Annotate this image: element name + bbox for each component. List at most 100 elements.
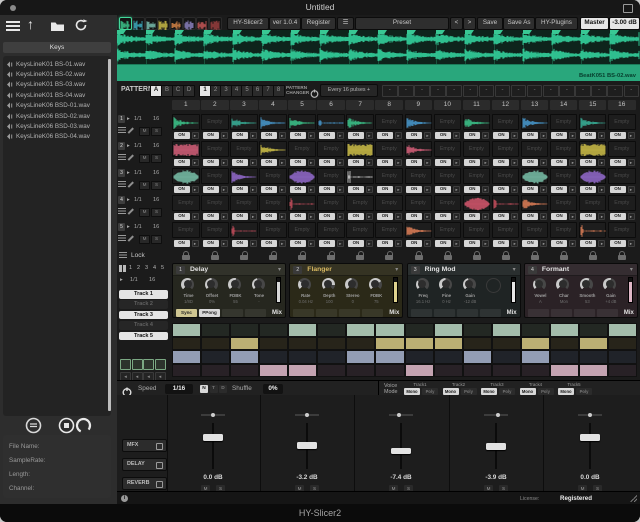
slice-on-button[interactable]: ON <box>435 159 451 166</box>
slice-play-button[interactable]: ▸ <box>482 213 489 220</box>
sample-slot-2[interactable] <box>132 17 145 30</box>
file-item[interactable]: KeysLineK01 BS-01.wav <box>7 59 85 69</box>
voice-track1-poly[interactable]: Poly <box>422 388 438 395</box>
slice-on-button[interactable]: ON <box>551 240 567 247</box>
slice-on-button[interactable]: ON <box>348 159 364 166</box>
row-steps-select[interactable]: 16 <box>153 170 159 176</box>
step-grid-cell[interactable] <box>172 364 201 378</box>
file-item[interactable]: KeysLineK06 BSD-04.wav <box>7 132 90 142</box>
slice-on-button[interactable]: ON <box>203 240 219 247</box>
slice-on-button[interactable]: ON <box>464 132 480 139</box>
step-grid-cell[interactable] <box>550 364 579 378</box>
step-grid-cell[interactable] <box>608 364 637 378</box>
fx-unit-header[interactable]: 3Ring Mod▾ <box>408 264 520 276</box>
slice-cell[interactable] <box>521 114 549 130</box>
fx-knob-depth[interactable] <box>322 278 335 291</box>
window-expand-icon[interactable] <box>623 4 633 13</box>
slice-play-button[interactable]: ▸ <box>366 132 373 139</box>
step-grid-cell[interactable] <box>317 350 346 364</box>
row-solo-button[interactable]: S <box>151 154 162 163</box>
slice-on-button[interactable]: ON <box>435 213 451 220</box>
slice-on-button[interactable]: ON <box>174 186 190 193</box>
slice-play-button[interactable]: ▸ <box>628 132 635 139</box>
resize-grip[interactable] <box>630 495 637 502</box>
slice-play-button[interactable]: ▸ <box>337 240 344 247</box>
sample-slot-5[interactable] <box>170 17 183 30</box>
fx-button-blank[interactable] <box>362 309 383 317</box>
slice-on-button[interactable]: ON <box>261 240 277 247</box>
slice-on-button[interactable]: ON <box>464 186 480 193</box>
slice-play-button[interactable]: ▸ <box>221 186 228 193</box>
slice-cell[interactable]: Empty <box>201 141 229 157</box>
fx-button-blank[interactable] <box>528 309 549 317</box>
pattern-changer-cell[interactable]: - <box>527 85 543 97</box>
slice-play-button[interactable]: ▸ <box>192 159 199 166</box>
slice-play-button[interactable]: ▸ <box>540 213 547 220</box>
slice-cell[interactable]: Empty <box>405 195 433 211</box>
pattern-slot-8[interactable]: 8 <box>273 85 285 97</box>
row-menu-icon[interactable] <box>118 208 126 214</box>
fx-unit-header[interactable]: 1Delay▾ <box>173 264 285 276</box>
step-grid-cell[interactable] <box>230 323 259 337</box>
step-grid-cell[interactable] <box>230 350 259 364</box>
send-button-mfx[interactable]: MFX <box>122 439 167 452</box>
brand-button[interactable]: HY-Plugins <box>535 17 578 30</box>
slice-play-button[interactable]: ▸ <box>250 132 257 139</box>
slice-play-button[interactable]: ▸ <box>250 159 257 166</box>
slice-on-button[interactable]: ON <box>406 132 422 139</box>
pattern-changer-cell[interactable]: - <box>446 85 462 97</box>
row-solo-button[interactable]: S <box>151 208 162 217</box>
slice-cell[interactable]: Empty <box>317 195 345 211</box>
fx-mix-slider[interactable] <box>511 277 516 303</box>
slice-on-button[interactable]: ON <box>232 159 248 166</box>
step-grid-cell[interactable] <box>405 323 434 337</box>
row-length-select[interactable]: 1/1 <box>134 143 142 149</box>
fx-knob-char[interactable] <box>556 278 569 291</box>
row-steps-select[interactable]: 16 <box>153 116 159 122</box>
row-edit-icon[interactable] <box>128 181 134 187</box>
fader-handle[interactable] <box>297 442 317 449</box>
prev-preset-button[interactable]: < <box>450 17 463 30</box>
slice-cell[interactable] <box>521 195 549 211</box>
slice-cell[interactable] <box>288 195 316 211</box>
slice-on-button[interactable]: ON <box>290 240 306 247</box>
lock-icon[interactable] <box>444 255 452 261</box>
slice-cell[interactable]: Empty <box>608 222 636 238</box>
sample-slot-7[interactable] <box>196 17 209 30</box>
slice-on-button[interactable]: ON <box>377 132 393 139</box>
pattern-changer-cell[interactable]: - <box>382 85 398 97</box>
row-edit-icon[interactable] <box>128 127 134 133</box>
slice-on-button[interactable]: ON <box>232 132 248 139</box>
row-solo-button[interactable]: S <box>151 181 162 190</box>
slice-on-button[interactable]: ON <box>551 159 567 166</box>
fx-button-blank[interactable] <box>411 309 432 317</box>
sample-slot-8[interactable] <box>209 17 222 30</box>
slice-on-button[interactable]: ON <box>377 186 393 193</box>
sample-slot-6[interactable] <box>183 17 196 30</box>
shuffle-value[interactable]: 0% <box>263 384 283 394</box>
slice-play-button[interactable]: ▸ <box>628 213 635 220</box>
fx-unit-header[interactable]: 4Formant▾ <box>525 264 637 276</box>
save-button[interactable]: Save <box>477 17 503 30</box>
fx-knob-fdbk[interactable] <box>228 278 241 291</box>
slice-cell[interactable] <box>172 141 200 157</box>
slice-on-button[interactable]: ON <box>261 213 277 220</box>
slice-play-button[interactable]: ▸ <box>221 240 228 247</box>
speed-value[interactable]: 1/16 <box>165 384 193 394</box>
sample-slot-1[interactable] <box>119 17 132 30</box>
slice-cell[interactable]: Empty <box>550 168 578 184</box>
pattern-changer-cell[interactable]: - <box>575 85 591 97</box>
slice-on-button[interactable]: ON <box>610 240 626 247</box>
slice-cell[interactable] <box>521 168 549 184</box>
step-grid-cell[interactable] <box>492 323 521 337</box>
slice-play-button[interactable]: ▸ <box>511 186 518 193</box>
fx-knob-freq[interactable] <box>416 278 429 291</box>
row-steps-select[interactable]: 16 <box>153 143 159 149</box>
slice-play-button[interactable]: ▸ <box>395 159 402 166</box>
slice-on-button[interactable]: ON <box>203 132 219 139</box>
fx-button-blank[interactable] <box>245 309 266 317</box>
slice-play-button[interactable]: ▸ <box>221 213 228 220</box>
lock-icon[interactable] <box>589 255 597 261</box>
slice-on-button[interactable]: ON <box>580 159 596 166</box>
slice-play-button[interactable]: ▸ <box>511 132 518 139</box>
